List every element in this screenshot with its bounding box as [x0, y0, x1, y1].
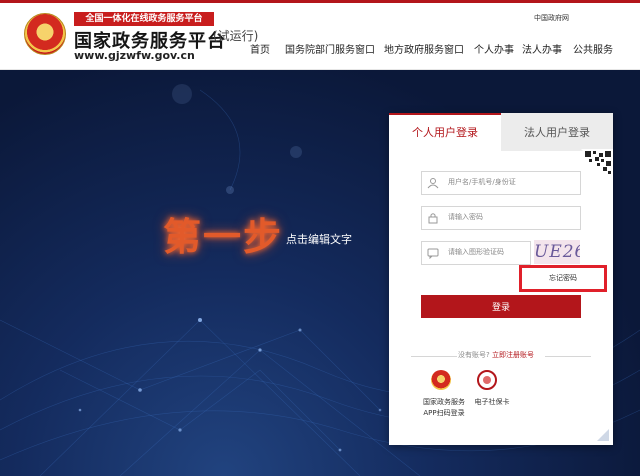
forgot-password-highlight: 忘记密码 [519, 265, 607, 292]
nav-item-state-council[interactable]: 国务院部门服务窗口 [285, 41, 375, 56]
nav-item-local-gov[interactable]: 地方政府服务窗口 [384, 41, 464, 56]
username-field [421, 171, 581, 195]
forgot-password-link[interactable]: 忘记密码 [522, 268, 604, 289]
gov-website-link[interactable]: 中国政府网 [534, 13, 569, 23]
social-security-card-label[interactable]: 电子社保卡 [471, 397, 513, 407]
gov-app-login-label[interactable]: 国家政务服务APP扫码登录 [417, 397, 471, 419]
register-link[interactable]: 立即注册账号 [492, 351, 534, 359]
captcha-input[interactable] [448, 244, 526, 260]
no-account-text: 没有账号? [458, 351, 490, 359]
site-slogan: 全国一体化在线政务服务平台 [74, 12, 214, 26]
message-icon [427, 248, 439, 259]
register-prompt: 没有账号? 立即注册账号 [458, 350, 534, 360]
main-nav: 首页 国务院部门服务窗口 地方政府服务窗口 个人办事 法人办事 公共服务 [0, 41, 640, 57]
password-input[interactable] [448, 209, 576, 225]
qr-code-icon[interactable] [581, 149, 613, 181]
site-header: 全国一体化在线政务服务平台 国家政务服务平台 www.gjzwfw.gov.cn… [0, 3, 640, 70]
tab-legal-login[interactable]: 法人用户登录 [501, 113, 613, 151]
user-icon [427, 178, 439, 189]
divider-left [411, 356, 457, 357]
nav-item-legal-person[interactable]: 法人办事 [522, 41, 562, 56]
nav-item-personal[interactable]: 个人办事 [474, 41, 514, 56]
divider-right [545, 356, 591, 357]
login-button[interactable]: 登录 [421, 295, 581, 318]
edit-text-hint[interactable]: 点击编辑文字 [286, 231, 352, 247]
step-title: 第一步 [163, 215, 284, 259]
social-security-card-icon[interactable] [477, 370, 497, 390]
gov-app-icon[interactable] [431, 370, 451, 390]
nav-item-home[interactable]: 首页 [250, 41, 270, 56]
password-field [421, 206, 581, 230]
corner-fold-icon [597, 429, 609, 441]
username-input[interactable] [448, 174, 576, 190]
tab-personal-login[interactable]: 个人用户登录 [389, 113, 501, 151]
captcha-field [421, 241, 531, 265]
lock-icon [428, 213, 438, 224]
login-panel: 个人用户登录 法人用户登录 UE26 [389, 113, 613, 445]
captcha-image[interactable]: UE26 [534, 240, 580, 264]
nav-item-public-service[interactable]: 公共服务 [573, 41, 613, 56]
